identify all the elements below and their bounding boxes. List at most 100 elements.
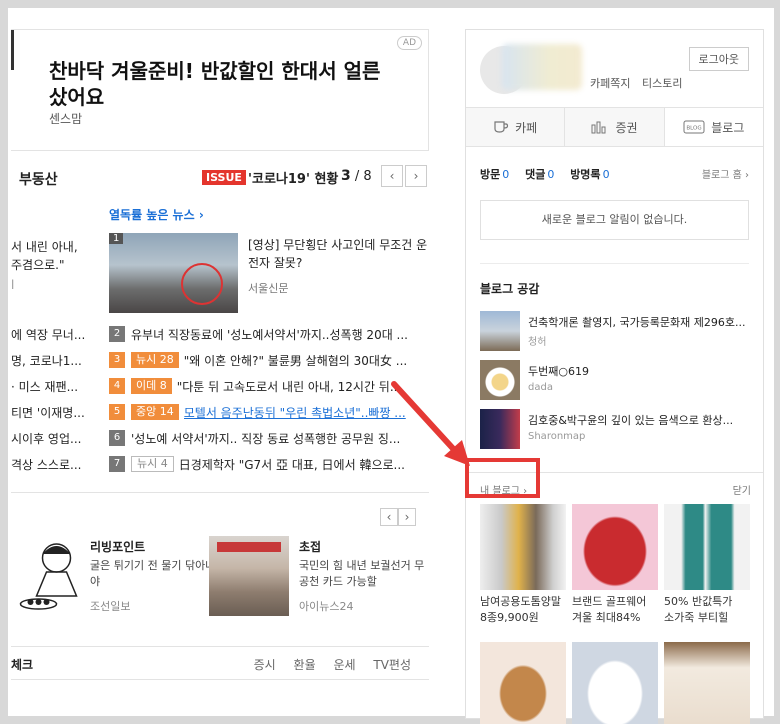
tab-label: 블로그 bbox=[711, 120, 745, 135]
cup-icon bbox=[494, 121, 509, 133]
link-fortune[interactable]: 운세 bbox=[333, 658, 355, 672]
shop-text[interactable]: 겨울 최대84% bbox=[572, 610, 658, 626]
tab-blog[interactable]: BLOG 블로그 bbox=[664, 108, 763, 146]
blog-item[interactable]: 건축학개론 촬영지, 국가등록문화재 제296호... 청허 bbox=[480, 311, 750, 351]
news-header: 부동산 ISSUE '코로나19' 현황 3 / 8 ‹ › bbox=[11, 163, 429, 193]
feature-source: 서울신문 bbox=[248, 282, 289, 295]
shop-image-sweater[interactable] bbox=[572, 504, 658, 590]
card-desc[interactable]: 굴은 튀기기 전 물기 닦아내야 bbox=[90, 558, 220, 590]
banner-stripe bbox=[217, 542, 281, 552]
left-snippet[interactable]: 티면 '이재명... bbox=[11, 404, 103, 421]
rank-text[interactable]: 유부녀 직장동료에 '성노예서약서'까지..성폭행 20대 ... bbox=[131, 326, 408, 343]
blog-thumbnail[interactable] bbox=[480, 360, 520, 400]
shop-text[interactable]: 50% 반값특가 bbox=[664, 594, 750, 610]
notification-box: 새로운 블로그 알림이 없습니다. bbox=[480, 200, 749, 240]
shop-image-slippers[interactable] bbox=[480, 642, 566, 724]
shop-text[interactable]: 남여공용도톰양말 bbox=[480, 594, 566, 610]
stat-label[interactable]: 방명록 bbox=[570, 168, 600, 181]
left-snippet[interactable]: 명, 코로나1... bbox=[11, 352, 103, 369]
shop-text[interactable]: 소가죽 부티힐 bbox=[664, 610, 750, 626]
close-link[interactable]: 닫기 bbox=[733, 482, 751, 497]
blog-item[interactable]: 두번째○619 dada bbox=[480, 360, 750, 400]
left-snippet[interactable]: 주겸으로." bbox=[11, 256, 103, 273]
shop-text[interactable]: 브랜드 골프웨어 bbox=[572, 594, 658, 610]
shop-text[interactable]: 8종9,900원 bbox=[480, 610, 566, 626]
next-button[interactable]: › bbox=[405, 165, 427, 187]
rank-item[interactable]: 2 유부녀 직장동료에 '성노예서약서'까지..성폭행 20대 ... bbox=[109, 325, 429, 343]
page-indicator: 3 / 8 bbox=[341, 168, 372, 184]
rank-item[interactable]: 5 중앙 14 모텔서 음주난동뒤 "우린 촉법소년"..빠짱 ... bbox=[109, 403, 429, 421]
feature-title[interactable]: [영상] 무단횡단 사고인데 무조건 운전자 잘못? bbox=[248, 236, 428, 272]
rank-text[interactable]: 日경제학자 "G7서 亞 대표, 日에서 韓으로... bbox=[179, 456, 405, 473]
blog-thumbnail[interactable] bbox=[480, 311, 520, 351]
section-divider bbox=[480, 263, 749, 264]
logout-button[interactable]: 로그아웃 bbox=[688, 47, 749, 71]
tab-stock[interactable]: 증권 bbox=[565, 108, 665, 146]
shop-item[interactable] bbox=[480, 642, 566, 724]
tab-cafe[interactable]: 카페 bbox=[466, 108, 566, 146]
blog-title[interactable]: 건축학개론 촬영지, 국가등록문화재 제296호... bbox=[528, 314, 750, 330]
page-current: 3 bbox=[341, 168, 351, 184]
shop-item[interactable] bbox=[572, 642, 658, 724]
link-tv[interactable]: TV편성 bbox=[373, 658, 411, 672]
hot-news-link[interactable]: 열독률 높은 뉴스 › bbox=[109, 206, 204, 223]
ad-banner[interactable]: AD 찬바닥 겨울준비! 반값할인 한대서 얼른 샀어요 센스맘 bbox=[11, 29, 429, 151]
prev-button[interactable]: ‹ bbox=[381, 165, 403, 187]
card-title[interactable]: 리빙포인트 bbox=[90, 538, 145, 555]
card-desc[interactable]: 국민의 힘 내년 보궐선거 무공천 카드 가능할 bbox=[299, 558, 429, 590]
annotation-arrow-icon bbox=[391, 381, 470, 466]
shop-image-socks[interactable] bbox=[480, 504, 566, 590]
link-exchange[interactable]: 환율 bbox=[294, 658, 316, 672]
blog-title[interactable]: 두번째○619 bbox=[528, 363, 750, 379]
rank-item[interactable]: 3 뉴시 28 "왜 이혼 안해?" 불륜男 살해혐의 30대女 ... bbox=[109, 351, 429, 369]
bottom-left-label[interactable]: 체크 bbox=[11, 656, 33, 673]
sub-prev-button[interactable]: ‹ bbox=[380, 508, 398, 526]
rank-item[interactable]: 7 뉴시 4 日경제학자 "G7서 亞 대표, 日에서 韓으로... bbox=[109, 455, 429, 473]
shop-item[interactable]: 50% 반값특가 소가죽 부티힐 bbox=[664, 504, 750, 626]
ad-title[interactable]: 찬바닥 겨울준비! 반값할인 한대서 얼른 샀어요 bbox=[49, 58, 389, 110]
blog-item[interactable]: 김호중&박구윤의 깊이 있는 음색으로 환상... Sharonmap bbox=[480, 409, 750, 449]
shop-image-sneakers[interactable] bbox=[572, 642, 658, 724]
shop-item[interactable] bbox=[664, 642, 750, 724]
rank-badge: 뉴시 4 bbox=[131, 456, 174, 472]
highlight-circle bbox=[181, 263, 223, 305]
rank-text[interactable]: "왜 이혼 안해?" 불륜男 살해혐의 30대女 ... bbox=[184, 352, 408, 369]
rank-item[interactable]: 4 이데 8 "다툰 뒤 고속도로서 내린 아내, 12시간 뒤... bbox=[109, 377, 429, 395]
left-snippet[interactable]: 서 내린 아내, bbox=[11, 238, 103, 255]
shop-image-boots[interactable] bbox=[664, 504, 750, 590]
feature-thumbnail[interactable]: 1 bbox=[109, 233, 238, 313]
left-snippet[interactable]: 격상 스스로... bbox=[11, 456, 103, 473]
rank-text[interactable]: "다툰 뒤 고속도로서 내린 아내, 12시간 뒤... bbox=[177, 378, 402, 395]
news-category[interactable]: 부동산 bbox=[19, 169, 58, 189]
shop-image-pajamas[interactable] bbox=[664, 642, 750, 724]
card-title[interactable]: 초접 bbox=[299, 538, 321, 555]
left-snippet[interactable]: 에 역장 무너... bbox=[11, 326, 103, 343]
tab-label: 증권 bbox=[615, 120, 638, 135]
sub-next-button[interactable]: › bbox=[398, 508, 416, 526]
blog-stats: 방문 0 댓글 0 방명록 0 bbox=[480, 166, 622, 182]
stat-label[interactable]: 댓글 bbox=[525, 168, 545, 181]
blog-source: Sharonmap bbox=[528, 431, 586, 442]
rank-number: 7 bbox=[109, 456, 125, 472]
left-snippet[interactable]: · 미스 재팬... bbox=[11, 378, 103, 395]
meeting-photo[interactable] bbox=[209, 536, 289, 616]
issue-title[interactable]: '코로나19' 현황 bbox=[248, 168, 338, 187]
rank-item[interactable]: 6 '성노예 서약서'까지.. 직장 동료 성폭행한 공무원 징... bbox=[109, 429, 429, 447]
link-stock[interactable]: 증시 bbox=[254, 658, 276, 672]
rank-badge: 뉴시 28 bbox=[131, 352, 179, 368]
rank-text[interactable]: 모텔서 음주난동뒤 "우린 촉법소년"..빠짱 ... bbox=[184, 404, 406, 421]
rank-number: 5 bbox=[109, 404, 125, 420]
left-snippet[interactable]: 시이후 영업... bbox=[11, 430, 103, 447]
blog-icon: BLOG bbox=[683, 120, 705, 134]
shop-item[interactable]: 남여공용도톰양말 8종9,900원 bbox=[480, 504, 566, 626]
blog-thumbnail[interactable] bbox=[480, 409, 520, 449]
bottom-bar: 체크 증시 환율 운세 TV편성 bbox=[11, 646, 429, 680]
stat-label[interactable]: 방문 bbox=[480, 168, 500, 181]
blog-title[interactable]: 김호중&박구윤의 깊이 있는 음색으로 환상... bbox=[528, 412, 750, 428]
cafe-message-link[interactable]: 카페쪽지 bbox=[590, 77, 630, 90]
blog-home-link[interactable]: 블로그 홈 › bbox=[702, 166, 749, 181]
rank-text[interactable]: '성노예 서약서'까지.. 직장 동료 성폭행한 공무원 징... bbox=[131, 430, 400, 447]
cooking-illustration[interactable] bbox=[11, 536, 91, 616]
tistory-link[interactable]: 티스토리 bbox=[642, 77, 682, 90]
shop-item[interactable]: 브랜드 골프웨어 겨울 최대84% bbox=[572, 504, 658, 626]
